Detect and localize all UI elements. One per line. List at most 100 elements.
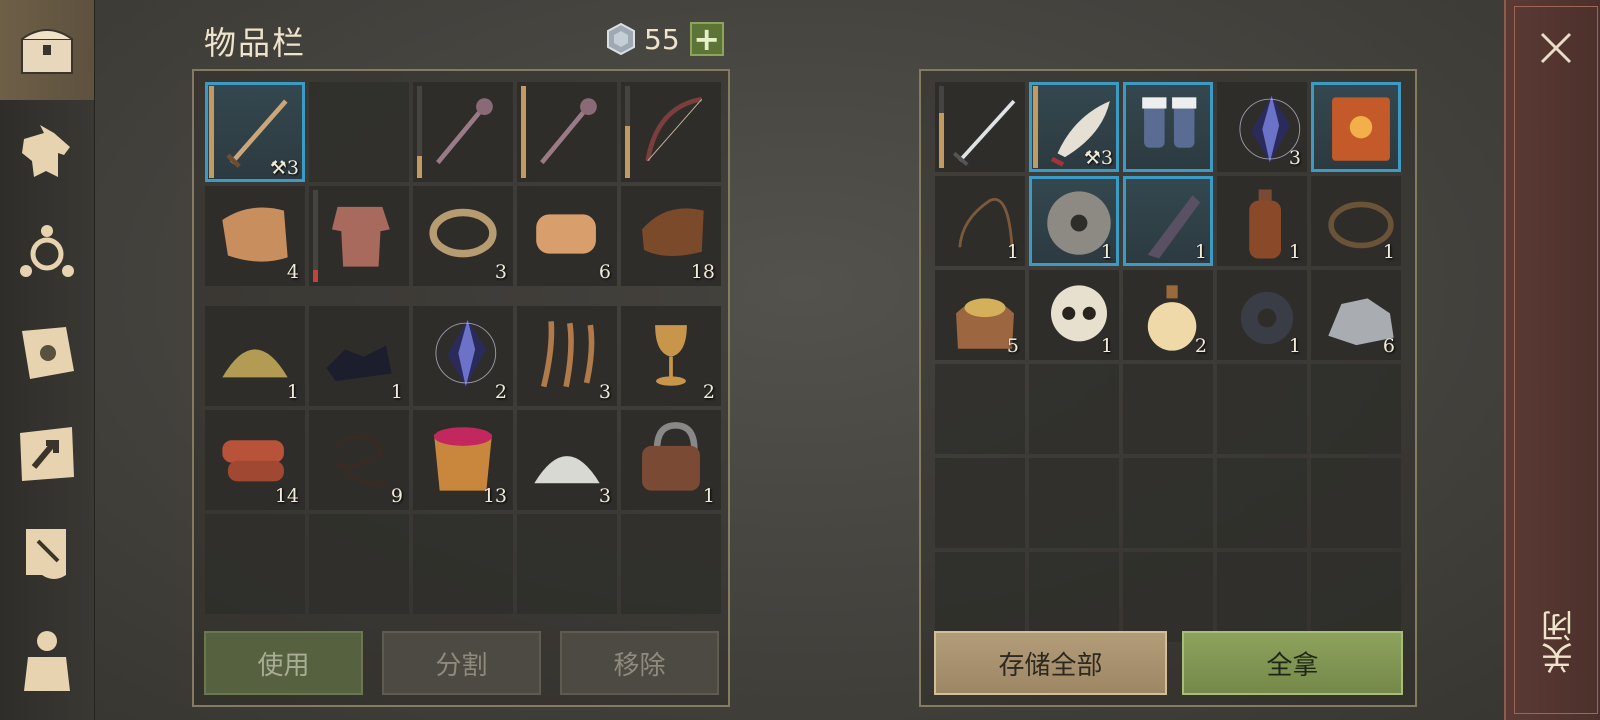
- item-slot[interactable]: 1: [205, 306, 305, 406]
- empty-slot[interactable]: [1029, 552, 1119, 642]
- item-count: 2: [702, 381, 715, 403]
- item-slot[interactable]: 2: [413, 306, 513, 406]
- empty-slot[interactable]: [935, 552, 1025, 642]
- sand-pile-icon: [222, 349, 288, 378]
- item-slot[interactable]: 1: [1311, 176, 1401, 266]
- longsword-icon: [952, 99, 1016, 166]
- use-button[interactable]: 使用: [204, 631, 363, 695]
- close-label: 关闭: [1540, 610, 1578, 674]
- sidebar-item-pet[interactable]: [0, 104, 94, 204]
- empty-slot[interactable]: [935, 458, 1025, 548]
- item-slot[interactable]: [935, 82, 1025, 172]
- sidebar-item-recipes[interactable]: [0, 304, 94, 404]
- item-slot[interactable]: 14: [205, 410, 305, 510]
- inventory-materials-grid: 1 1 2 3 2 14 9 13 3 1: [205, 306, 721, 614]
- leather-roll-icon: [536, 214, 596, 254]
- string-icon: [334, 435, 389, 486]
- item-slot[interactable]: 13: [413, 410, 513, 510]
- item-count: 3: [494, 261, 507, 283]
- empty-slot[interactable]: [413, 514, 513, 614]
- store-all-button[interactable]: 存储全部: [934, 631, 1167, 695]
- sidebar-item-map[interactable]: [0, 404, 94, 504]
- item-slot[interactable]: 6: [517, 186, 617, 286]
- empty-slot[interactable]: [309, 82, 409, 182]
- item-slot[interactable]: 1: [935, 176, 1025, 266]
- empty-slot[interactable]: [1029, 458, 1119, 548]
- item-slot[interactable]: 2: [621, 306, 721, 406]
- item-slot[interactable]: [621, 82, 721, 182]
- crystal-icon: [435, 319, 497, 387]
- item-count: 1: [1100, 335, 1113, 357]
- item-count: 1: [390, 381, 403, 403]
- sidebar-item-quests[interactable]: [0, 504, 94, 604]
- item-slot[interactable]: 1: [1217, 176, 1307, 266]
- item-slot[interactable]: 3: [413, 186, 513, 286]
- sidebar-item-chest[interactable]: [0, 0, 94, 100]
- close-panel[interactable]: 关闭: [1504, 0, 1600, 720]
- item-slot[interactable]: 2: [1123, 270, 1213, 360]
- item-slot[interactable]: 6: [1311, 270, 1401, 360]
- remove-button[interactable]: 移除: [560, 631, 719, 695]
- item-slot[interactable]: 1: [621, 410, 721, 510]
- currency-display: 55 +: [604, 22, 724, 56]
- empty-slot[interactable]: [1217, 364, 1307, 454]
- quest-scroll-icon: [26, 529, 66, 579]
- item-slot[interactable]: [517, 82, 617, 182]
- empty-slot[interactable]: [1217, 552, 1307, 642]
- item-count: 6: [598, 261, 611, 283]
- empty-slot[interactable]: [309, 514, 409, 614]
- close-icon[interactable]: [1536, 28, 1576, 68]
- empty-slot[interactable]: [621, 514, 721, 614]
- item-slot[interactable]: 4: [205, 186, 305, 286]
- item-slot[interactable]: 1: [1029, 176, 1119, 266]
- item-count: 1: [1382, 241, 1395, 263]
- map-icon: [20, 427, 74, 481]
- empty-slot[interactable]: [1123, 364, 1213, 454]
- item-slot[interactable]: 5: [935, 270, 1025, 360]
- empty-slot[interactable]: [517, 514, 617, 614]
- item-slot[interactable]: [1311, 82, 1401, 172]
- item-slot[interactable]: 1: [309, 306, 409, 406]
- empty-slot[interactable]: [205, 514, 305, 614]
- item-slot[interactable]: 3: [517, 306, 617, 406]
- bow-icon: [645, 96, 703, 162]
- empty-slot[interactable]: [1311, 458, 1401, 548]
- item-slot[interactable]: [413, 82, 513, 182]
- item-slot[interactable]: ⚒3: [205, 82, 305, 182]
- empty-slot[interactable]: [1311, 552, 1401, 642]
- item-count: 5: [1006, 335, 1019, 357]
- book-icon: [1332, 97, 1390, 161]
- empty-slot[interactable]: [1217, 458, 1307, 548]
- item-slot[interactable]: 18: [621, 186, 721, 286]
- item-count: 3: [598, 485, 611, 507]
- item-count: 1: [702, 485, 715, 507]
- item-slot[interactable]: 3: [517, 410, 617, 510]
- item-slot[interactable]: ⚒3: [1029, 82, 1119, 172]
- sidebar-item-character[interactable]: [0, 610, 94, 710]
- empty-slot[interactable]: [1029, 364, 1119, 454]
- item-count: 1: [1288, 335, 1301, 357]
- chest-icon: [21, 29, 73, 74]
- item-slot[interactable]: 1: [1217, 270, 1307, 360]
- item-count: 1: [1288, 241, 1301, 263]
- item-slot[interactable]: 9: [309, 410, 409, 510]
- split-button[interactable]: 分割: [382, 631, 541, 695]
- item-count: 1: [1194, 241, 1207, 263]
- empty-slot[interactable]: [1123, 458, 1213, 548]
- empty-slot[interactable]: [1123, 552, 1213, 642]
- take-all-button[interactable]: 全拿: [1182, 631, 1403, 695]
- item-slot[interactable]: 3: [1217, 82, 1307, 172]
- add-currency-button[interactable]: +: [689, 22, 724, 56]
- item-count: 3: [598, 381, 611, 403]
- item-slot[interactable]: 1: [1123, 176, 1213, 266]
- character-icon: [24, 631, 70, 691]
- item-slot[interactable]: [309, 186, 409, 286]
- inventory-title: 物品栏: [204, 24, 307, 62]
- sidebar-item-crafting[interactable]: [0, 204, 94, 304]
- empty-slot[interactable]: [935, 364, 1025, 454]
- item-slot[interactable]: 1: [1029, 270, 1119, 360]
- empty-slot[interactable]: [1311, 364, 1401, 454]
- item-slot[interactable]: [1123, 82, 1213, 172]
- item-count: 14: [274, 485, 299, 507]
- item-count: 1: [1006, 241, 1019, 263]
